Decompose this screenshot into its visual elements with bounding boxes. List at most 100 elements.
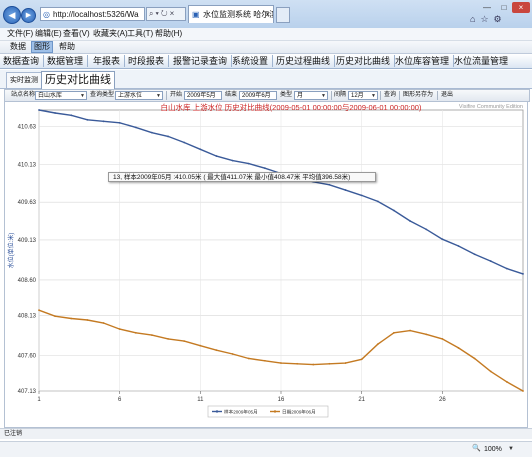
- data-point: [360, 358, 363, 361]
- kind-label: 类型: [280, 92, 293, 98]
- data-point: [409, 329, 411, 332]
- y-tick-label: 410.63: [18, 125, 37, 131]
- menu-favorites[interactable]: 收藏夹(A): [93, 28, 128, 40]
- legend-marker: [215, 410, 219, 413]
- address-bar[interactable]: ◎ http://localhost:5326/Wa: [40, 7, 145, 21]
- stop-icon[interactable]: ×: [170, 9, 177, 18]
- forward-button[interactable]: ▶: [21, 8, 36, 23]
- data-point: [522, 273, 524, 275]
- data-point: [231, 353, 234, 355]
- nav-data-manage[interactable]: 数据管理: [47, 55, 89, 67]
- x-tick-label: 6: [118, 397, 122, 403]
- tab-realtime[interactable]: 实时监测: [6, 72, 42, 88]
- save-graph-button[interactable]: 图形另存为: [403, 90, 433, 101]
- nav-level-flow[interactable]: 水位流量管理: [454, 55, 512, 67]
- y-tick-label: 407.60: [18, 353, 37, 359]
- app-menu-data[interactable]: 数据: [8, 41, 28, 53]
- site-select[interactable]: 白山水库 ▼: [35, 91, 87, 100]
- nav-system-settings[interactable]: 系统设置: [232, 55, 274, 67]
- data-point: [425, 228, 428, 231]
- browser-right-icons[interactable]: ⌂☆⚙: [470, 14, 507, 25]
- data-point: [86, 118, 89, 121]
- home-icon[interactable]: ⌂: [470, 14, 480, 24]
- query-type-select[interactable]: 上游水位 ▼: [115, 91, 163, 100]
- browser-menubar: 文件(F) 编辑(E) 查看(V) 收藏夹(A) 工具(T) 帮助(H): [0, 28, 532, 41]
- data-point: [199, 148, 202, 151]
- data-point: [457, 347, 460, 349]
- close-tab-icon[interactable]: ×: [265, 6, 270, 23]
- data-point: [473, 253, 476, 256]
- tab-history-compare[interactable]: 历史对比曲线: [41, 71, 115, 90]
- minimize-icon[interactable]: —: [478, 2, 496, 13]
- site-label: 站点名称: [11, 92, 36, 98]
- interval-select[interactable]: 12月 ▼: [348, 91, 378, 100]
- settings-icon[interactable]: ⚙: [494, 14, 507, 24]
- data-point: [231, 159, 234, 162]
- data-point: [134, 126, 137, 129]
- back-button[interactable]: ◀: [3, 6, 21, 24]
- start-date-field[interactable]: 2009年5月: [184, 91, 222, 100]
- subtab-strip: 实时监测 历史对比曲线: [0, 70, 532, 90]
- app-menubar: 数据 图形 帮助: [0, 41, 532, 54]
- x-tick-label: 11: [197, 397, 204, 403]
- menu-edit[interactable]: 编辑(E): [35, 28, 62, 40]
- data-point: [328, 362, 331, 365]
- data-point: [280, 362, 282, 364]
- query-type-label: 查询类型: [90, 92, 115, 98]
- toolbar-divider: [166, 91, 167, 100]
- refresh-icon[interactable]: ↻: [161, 9, 170, 18]
- start-label: 开始: [170, 92, 183, 98]
- nav-level-capacity[interactable]: 水位库容管理: [395, 55, 455, 67]
- legend-label: 样本2009年05月: [224, 409, 258, 416]
- data-point: [441, 337, 444, 340]
- menu-file[interactable]: 文件(F): [7, 28, 33, 40]
- data-point: [505, 381, 508, 383]
- status-bar: 已注销: [0, 428, 532, 439]
- data-point: [247, 357, 250, 360]
- kind-select[interactable]: 月 ▼: [294, 91, 328, 100]
- data-point: [215, 155, 218, 157]
- favorites-icon[interactable]: ☆: [480, 14, 493, 24]
- y-tick-label: 407.13: [18, 389, 37, 395]
- menu-tools[interactable]: 工具(T): [127, 28, 153, 40]
- nav-alarm-query[interactable]: 报警记录查询: [173, 55, 233, 67]
- data-point: [54, 315, 57, 318]
- nav-annual-report[interactable]: 年报表: [93, 55, 126, 67]
- app-menu-help[interactable]: 帮助: [57, 41, 77, 53]
- browser-statusbar: 🔍 100% ▼: [0, 441, 532, 457]
- close-window-icon[interactable]: ×: [512, 2, 530, 13]
- query-button[interactable]: 查询: [384, 90, 396, 101]
- maximize-icon[interactable]: □: [495, 2, 513, 13]
- chevron-down-icon: ▼: [321, 93, 326, 99]
- address-tools[interactable]: ⌕▾↻×: [146, 7, 186, 21]
- nav-data-query[interactable]: 数据查询: [3, 55, 45, 67]
- legend-label: 日期2009年06月: [282, 409, 316, 416]
- exit-button[interactable]: 退出: [441, 90, 453, 101]
- nav-period-report[interactable]: 时段报表: [128, 55, 170, 67]
- data-point: [296, 362, 299, 365]
- toolbar-divider: [380, 91, 381, 100]
- data-point: [489, 370, 492, 373]
- interval-label: 间隔: [334, 92, 347, 98]
- nav-history-compare[interactable]: 历史对比曲线: [336, 55, 396, 67]
- app-menu-graph[interactable]: 图形: [31, 41, 53, 53]
- menu-help[interactable]: 帮助(H): [155, 28, 182, 40]
- y-tick-label: 410.13: [18, 162, 37, 168]
- data-point: [134, 331, 137, 334]
- data-point: [54, 112, 57, 114]
- chevron-down-icon: ▼: [156, 93, 161, 99]
- end-label: 结束: [225, 92, 238, 98]
- menu-view[interactable]: 查看(V): [63, 28, 90, 40]
- x-tick-label: 1: [37, 397, 41, 403]
- browser-tab-active[interactable]: ▣ 水位监测系统 哈尔滨今晨... ×: [188, 5, 274, 23]
- nav-history-curve[interactable]: 历史过程曲线: [276, 55, 336, 67]
- zoom-level[interactable]: 100%: [484, 444, 502, 455]
- data-point: [102, 322, 105, 324]
- y-tick-label: 409.63: [18, 200, 37, 206]
- function-navbar: 数据查询 数据管理 年报表 时段报表 报警记录查询 系统设置 历史过程曲线 历史…: [0, 54, 532, 69]
- new-tab-button[interactable]: [276, 7, 290, 23]
- zoom-dropdown-icon[interactable]: ▼: [508, 444, 514, 455]
- data-point: [376, 200, 379, 203]
- data-point: [263, 359, 266, 362]
- end-date-field[interactable]: 2009年6月: [239, 91, 277, 100]
